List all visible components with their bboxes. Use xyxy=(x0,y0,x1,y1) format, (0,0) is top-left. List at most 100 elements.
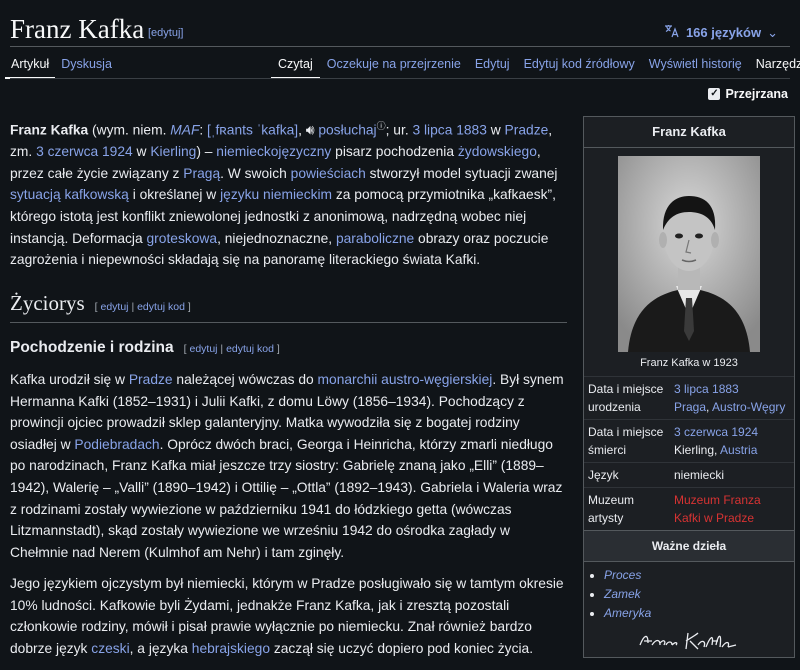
reviewed-indicator[interactable]: ✓ Przejrzana xyxy=(708,87,788,101)
museum-link[interactable]: Muzeum Franza Kafki w Pradze xyxy=(674,493,761,525)
tab-edit[interactable]: Edytuj xyxy=(468,57,517,79)
death-label: Data i miejsce śmierci xyxy=(584,419,670,463)
page-title: Franz Kafka xyxy=(10,14,145,44)
tab-history[interactable]: Wyświetl historię xyxy=(642,57,749,79)
language-value: niemiecki xyxy=(670,462,794,488)
tab-pending-review[interactable]: Oczekuje na przejrzenie xyxy=(320,57,468,79)
tab-discussion[interactable]: Dyskusja xyxy=(55,57,118,79)
work-zamek-link[interactable]: Zamek xyxy=(604,587,641,601)
portrait-photo[interactable] xyxy=(618,156,760,352)
museum-label: Muzeum artysty xyxy=(584,487,670,530)
text: pisarz pochodzenia xyxy=(331,144,458,160)
monarchy-link[interactable]: monarchii austro-węgierskiej xyxy=(318,372,493,387)
german-link[interactable]: języku niemieckim xyxy=(220,187,332,202)
tools-menu[interactable]: Narzędzia▼ xyxy=(749,57,800,79)
reviewed-label: Przejrzana xyxy=(725,87,788,101)
tabs-divider xyxy=(10,78,790,79)
text: Kafka urodził się w xyxy=(10,371,129,387)
languages-count[interactable]: 166 języków xyxy=(686,25,761,40)
tab-edit-source[interactable]: Edytuj kod źródłowy xyxy=(517,57,642,79)
text: należącej wówczas do xyxy=(172,371,318,387)
info-icon[interactable]: ⓘ xyxy=(377,121,386,131)
header-divider xyxy=(10,46,790,47)
works-list: Proces Zamek Ameryka xyxy=(584,566,794,623)
translate-icon xyxy=(664,24,680,41)
death-date-link[interactable]: 3 czerwca 1924 xyxy=(36,144,133,159)
section-edit-code-link[interactable]: edytuj kod xyxy=(137,301,185,313)
text: w xyxy=(486,122,505,138)
subsection-title: Pochodzenie i rodzina xyxy=(10,339,174,357)
situation-link[interactable]: sytuacją kafkowską xyxy=(10,187,129,202)
infobox-row-museum: Muzeum artysty Muzeum Franza Kafki w Pra… xyxy=(584,487,794,530)
hebrew-link[interactable]: hebrajskiego xyxy=(192,641,270,656)
birth-place-link[interactable]: Pradze xyxy=(505,123,549,138)
text: , xyxy=(298,122,306,138)
lead-name: Franz Kafka xyxy=(10,122,89,138)
portrait-caption: Franz Kafka w 1923 xyxy=(640,357,738,369)
speaker-icon[interactable]: 🔊︎ xyxy=(306,123,315,138)
death-date-link[interactable]: 3 czerwca 1924 xyxy=(674,425,758,439)
text: ; ur. xyxy=(385,122,413,138)
infobox-title: Franz Kafka xyxy=(584,117,794,148)
lead-paragraph: Franz Kafka (wym. niem. MAF: [ˌfʀants ˈk… xyxy=(10,116,567,271)
czech-link[interactable]: czeski xyxy=(91,641,129,656)
signature-image xyxy=(584,625,794,657)
language-selector[interactable]: 166 języków ⌄ xyxy=(664,24,778,41)
listen-link[interactable]: posłuchaj xyxy=(318,123,376,138)
birth-value: 3 lipca 1883 Praga, Austro-Węgry xyxy=(670,376,794,420)
chevron-down-icon: ⌄ xyxy=(767,24,778,40)
text: , a języka xyxy=(129,641,192,657)
birth-date-link[interactable]: 3 lipca 1883 xyxy=(412,123,486,138)
birth-city-link[interactable]: Praga xyxy=(674,400,706,414)
death-place-link[interactable]: Kierling xyxy=(150,144,196,159)
birth-date-link[interactable]: 3 lipca 1883 xyxy=(674,382,739,396)
tab-article[interactable]: Artykuł xyxy=(5,57,56,79)
birth-label: Data i miejsce urodzenia xyxy=(584,376,670,420)
maf-link[interactable]: MAF xyxy=(170,123,199,138)
podiebrady-link[interactable]: Podiebradach xyxy=(74,437,159,452)
paragraph-language: Jego językiem ojczystym był niemiecki, k… xyxy=(10,573,567,659)
text: : xyxy=(199,122,208,138)
title-edit-label[interactable]: [edytuj] xyxy=(148,27,183,39)
infobox-row-birth: Data i miejsce urodzenia 3 lipca 1883 Pra… xyxy=(584,376,794,420)
text: . W swoich xyxy=(220,165,291,181)
section-edit-link[interactable]: edytuj xyxy=(101,301,129,313)
text: , niejednoznaczne, xyxy=(217,230,336,246)
text: . Oprócz dwóch braci, Georga i Heinricha… xyxy=(10,436,563,560)
subsection-edit-links: [ edytuj | edytuj kod ] xyxy=(183,343,280,356)
prague-link[interactable]: Pradze xyxy=(129,372,173,387)
infobox-table: Data i miejsce urodzenia 3 lipca 1883 Pra… xyxy=(584,376,794,530)
death-value: 3 czerwca 1924 Kierling, Austria xyxy=(670,419,794,463)
origin-link[interactable]: żydowskiego xyxy=(458,144,537,159)
section-edit-links: [ edytuj | edytuj kod ] xyxy=(94,300,191,313)
subsection-edit-code-link[interactable]: edytuj kod xyxy=(226,343,274,355)
language-label: Język xyxy=(584,462,670,488)
subsection-edit-link[interactable]: edytuj xyxy=(189,343,217,355)
birth-country-link[interactable]: Austro-Węgry xyxy=(712,400,785,414)
infobox: Franz Kafka Franz Kafka w 1923 Data i mi… xyxy=(583,116,795,658)
work-proces-link[interactable]: Proces xyxy=(604,568,641,582)
tools-label[interactable]: Narzędzia xyxy=(756,57,800,71)
text: ) – xyxy=(196,144,217,160)
death-city: Kierling xyxy=(674,443,715,457)
text: (wym. niem. xyxy=(88,122,171,138)
text: stworzył model sytuacji zwanej xyxy=(365,165,558,181)
section-title: Życiorys xyxy=(10,290,85,315)
ipa-link[interactable]: [ˌfʀants ˈkafka] xyxy=(207,123,298,138)
grotesque-link[interactable]: groteskowa xyxy=(147,231,218,246)
title-edit-link[interactable]: [edytuj] xyxy=(148,27,183,39)
parabolic-link[interactable]: paraboliczne xyxy=(336,231,414,246)
language-link[interactable]: niemieckojęzyczny xyxy=(216,144,331,159)
works-title: Ważne dzieła xyxy=(584,530,794,562)
checkbox-icon: ✓ xyxy=(708,88,721,100)
novels-link[interactable]: powieściach xyxy=(291,166,366,181)
death-country-link[interactable]: Austria xyxy=(720,443,757,457)
museum-value: Muzeum Franza Kafki w Pradze xyxy=(670,487,794,530)
article-content: Franz Kafka (wym. niem. MAF: [ˌfʀants ˈk… xyxy=(10,116,567,670)
prague-link[interactable]: Pragą xyxy=(183,166,220,181)
infobox-row-language: Język niemiecki xyxy=(584,462,794,488)
work-ameryka-link[interactable]: Ameryka xyxy=(604,606,651,620)
paragraph-family: Kafka urodził się w Pradze należącej wów… xyxy=(10,369,567,563)
works-item: Proces xyxy=(604,566,794,585)
tab-read[interactable]: Czytaj xyxy=(271,57,320,79)
